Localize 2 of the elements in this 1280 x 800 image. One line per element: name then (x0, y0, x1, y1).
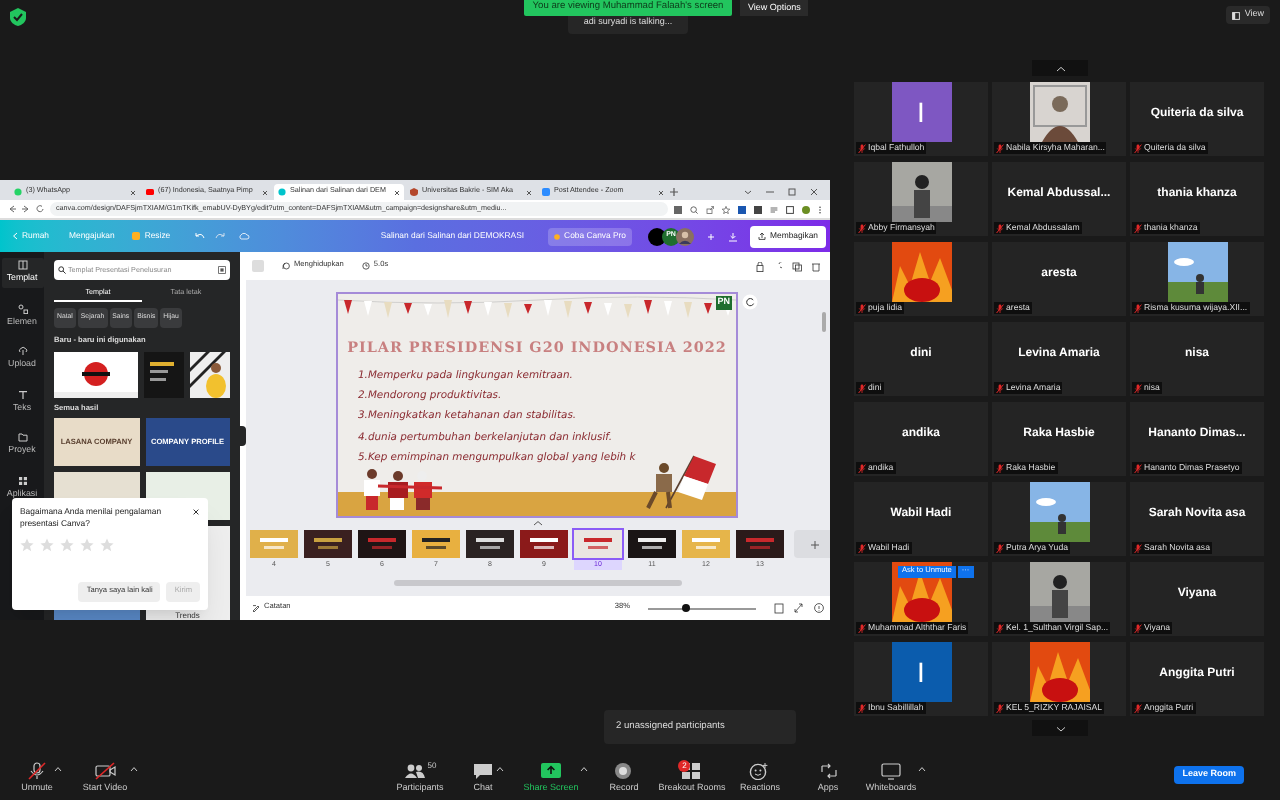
avatar-initial: I (891, 82, 951, 142)
avatar-initial: I (891, 642, 951, 702)
